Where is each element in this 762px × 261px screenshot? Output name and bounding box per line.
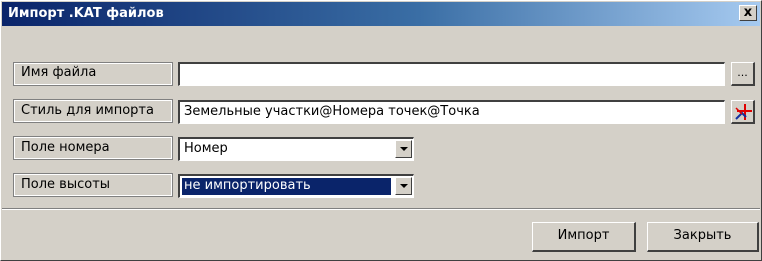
height-field-value: не импортировать	[181, 177, 392, 196]
filename-label: Имя файла	[21, 65, 97, 80]
close-window-button[interactable]: x	[739, 5, 757, 21]
footer-divider-highlight	[2, 209, 760, 210]
number-field-label: Поле номера	[21, 140, 110, 155]
dialog-title: Импорт .KAT файлов	[8, 6, 164, 21]
browse-ellipsis-label: ...	[737, 66, 748, 79]
height-field-select[interactable]: не импортировать	[178, 174, 414, 198]
import-kat-dialog: Импорт .KAT файлов x Имя файла ... Стиль…	[0, 0, 762, 261]
height-field-label: Поле высоты	[21, 177, 111, 192]
import-button[interactable]: Импорт	[532, 222, 636, 252]
number-field-dropdown-button[interactable]	[395, 140, 412, 158]
number-field-value: Номер	[184, 141, 228, 156]
height-field-dropdown-button[interactable]	[395, 177, 412, 195]
style-picker-button[interactable]	[731, 100, 755, 124]
style-picker-icon	[735, 104, 752, 120]
close-icon: x	[743, 5, 753, 20]
title-bar[interactable]: Импорт .KAT файлов x	[2, 2, 760, 26]
chevron-down-icon	[400, 147, 408, 151]
browse-file-button[interactable]: ...	[731, 62, 755, 86]
number-field-select[interactable]: Номер	[178, 137, 414, 161]
style-input[interactable]: Земельные участки@Номера точек@Точка	[178, 100, 725, 124]
chevron-down-icon	[400, 184, 408, 188]
filename-input[interactable]	[178, 62, 725, 86]
style-label: Стиль для импорта	[21, 103, 154, 118]
close-button[interactable]: Закрыть	[647, 222, 759, 252]
